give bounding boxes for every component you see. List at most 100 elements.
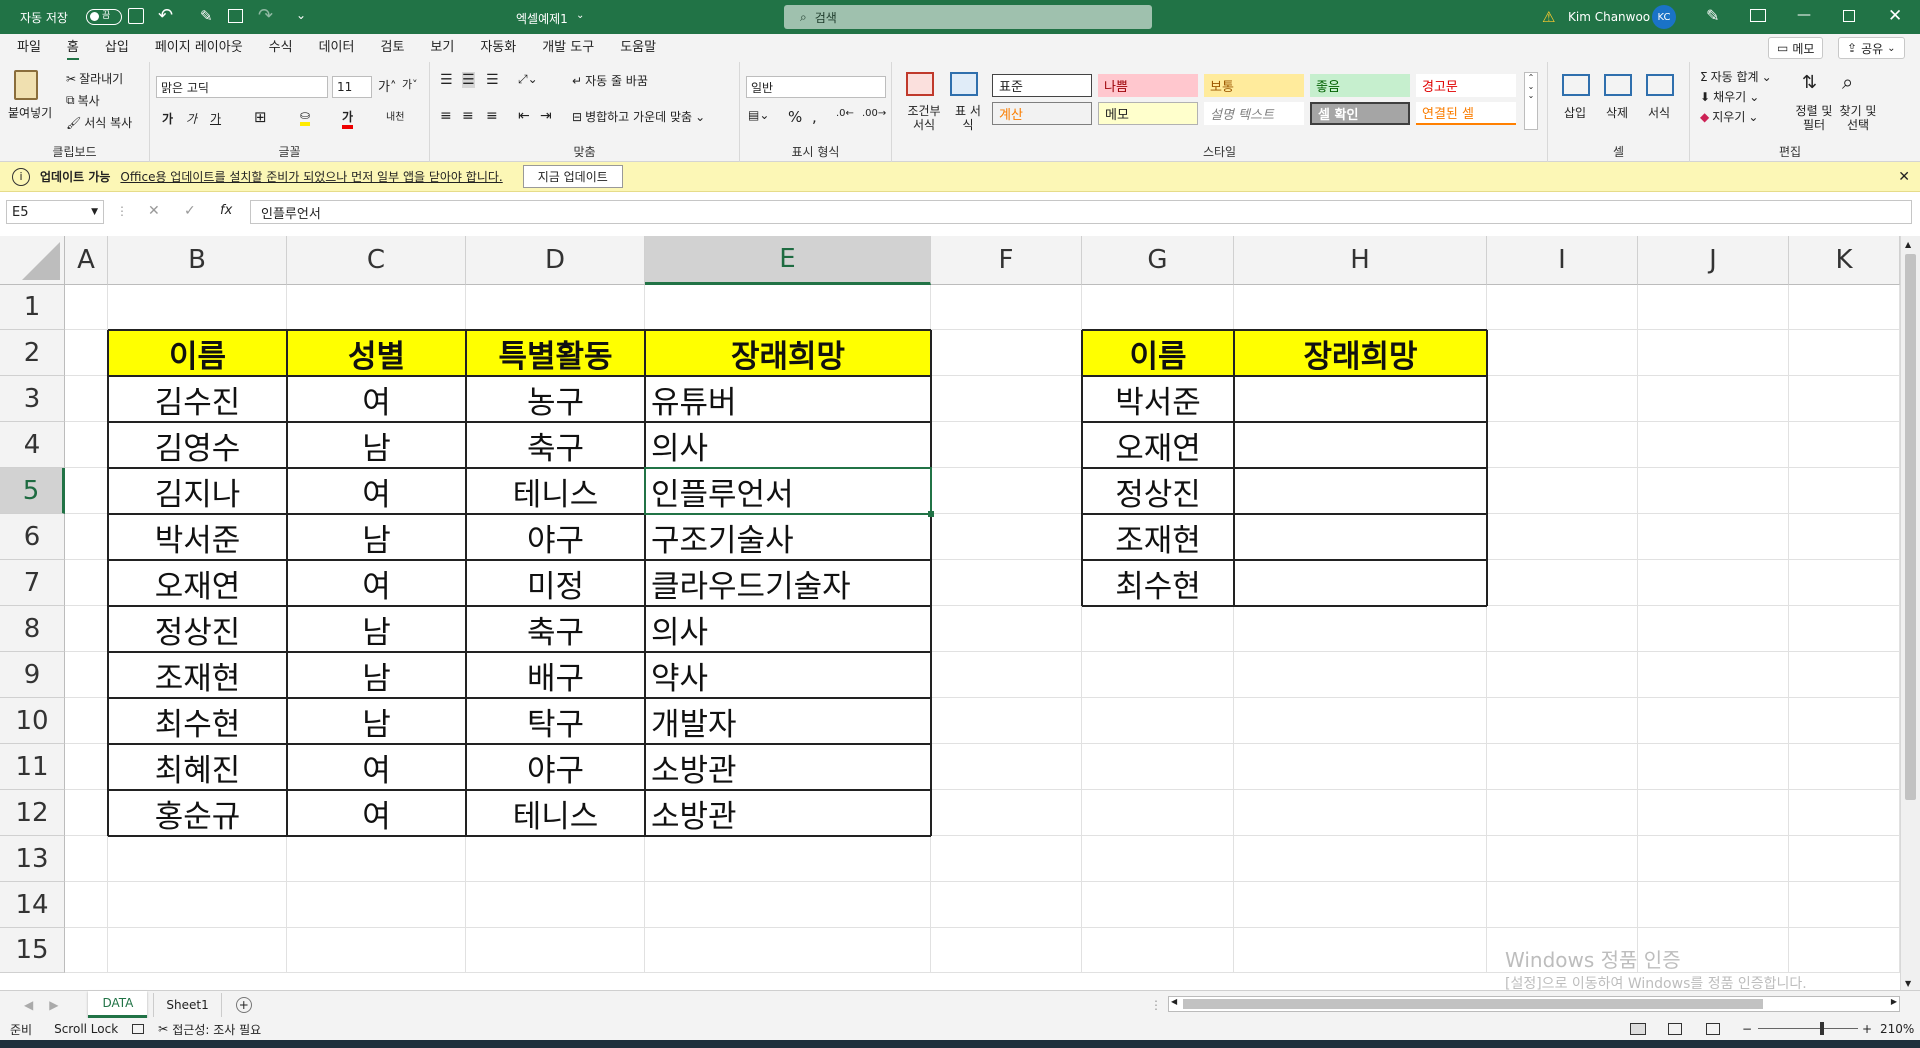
tab-data[interactable]: 데이터 [306, 34, 368, 62]
style-bad[interactable]: 나쁨 [1098, 74, 1198, 97]
style-calculation[interactable]: 계산 [992, 102, 1092, 125]
font-name-select[interactable]: 맑은 고딕 [156, 76, 328, 98]
sort-filter-icon[interactable]: ⇅ [1802, 72, 1817, 93]
style-warning[interactable]: 경고문 [1416, 74, 1516, 97]
zoom-level[interactable]: 210% [1880, 1022, 1914, 1036]
find-select-button[interactable]: 찾기 및 선택 [1838, 104, 1878, 132]
autosum-button[interactable]: Σ 자동 합계 ⌄ [1700, 68, 1772, 85]
number-format-select[interactable]: 일반 [746, 76, 886, 98]
table-cell[interactable]: 남 [287, 422, 466, 468]
table-cell[interactable]: 구조기술사 [645, 514, 931, 560]
zoom-slider-thumb[interactable] [1820, 1022, 1824, 1035]
prev-sheet-icon[interactable]: ◀ [24, 998, 33, 1012]
table-cell[interactable] [1234, 560, 1487, 606]
redo-icon[interactable]: ↷ [258, 5, 273, 26]
table-cell[interactable] [1234, 468, 1487, 514]
row-header-12[interactable]: 12 [0, 790, 65, 836]
format-cells-button[interactable]: 서식 [1648, 104, 1670, 121]
table-cell[interactable]: 최혜진 [108, 744, 287, 790]
normal-view-icon[interactable] [1630, 1023, 1646, 1035]
style-normal[interactable]: 표준 [992, 74, 1092, 97]
tab-home[interactable]: 홈 [54, 34, 92, 62]
page-layout-view-icon[interactable] [1668, 1023, 1682, 1035]
table-cell[interactable]: 최수현 [1082, 560, 1234, 606]
share-button[interactable]: ⇪ 공유 ⌄ [1838, 37, 1905, 59]
close-icon[interactable]: ✕ [1898, 169, 1910, 185]
column-header-d[interactable]: D [466, 236, 645, 285]
copy-button[interactable]: ⧉ 복사 [66, 92, 100, 109]
align-center-icon[interactable]: ≡ [462, 108, 474, 124]
row-header-10[interactable]: 10 [0, 698, 65, 744]
table-cell[interactable]: 배구 [466, 652, 645, 698]
table-cell[interactable] [1234, 514, 1487, 560]
align-left-icon[interactable]: ≡ [440, 108, 452, 124]
document-title[interactable]: 엑셀예제1 [516, 10, 568, 27]
name-box[interactable]: E5 ▼ [6, 200, 104, 224]
row-header-11[interactable]: 11 [0, 744, 65, 790]
add-sheet-icon[interactable]: + [235, 996, 252, 1013]
row-header-14[interactable]: 14 [0, 882, 65, 928]
accounting-icon[interactable]: ▤⌄ [748, 108, 769, 122]
conditional-format-button[interactable]: 조건부 서식 [904, 104, 944, 132]
row-header-3[interactable]: 3 [0, 376, 65, 422]
decrease-decimal-icon[interactable]: .00→ [862, 108, 886, 119]
tab-view[interactable]: 보기 [417, 34, 467, 62]
table-header-cell[interactable]: 성별 [287, 330, 466, 376]
clear-button[interactable]: ◆ 지우기 ⌄ [1700, 108, 1758, 125]
update-now-button[interactable]: 지금 업데이트 [522, 165, 623, 188]
macro-icon[interactable] [132, 1024, 145, 1034]
chevron-down-icon[interactable]: ⌄ [576, 10, 584, 21]
table-cell[interactable]: 여 [287, 468, 466, 514]
table-cell[interactable]: 홍순규 [108, 790, 287, 836]
fill-handle[interactable] [928, 511, 934, 517]
table-header-cell[interactable]: 장래희망 [1234, 330, 1487, 376]
cut-button[interactable]: ✂ 잘라내기 [66, 70, 123, 87]
font-color-icon[interactable]: 가 [342, 108, 354, 129]
styles-gallery-scroll[interactable]: ⌃ ⌄ ⌄ [1524, 72, 1538, 130]
scroll-left-icon[interactable]: ◀ [1171, 997, 1177, 1006]
ribbon-display-icon[interactable] [1750, 9, 1766, 22]
style-check-cell[interactable]: 셀 확인 [1310, 102, 1410, 125]
cancel-icon[interactable]: ✕ [148, 203, 160, 219]
table-cell[interactable]: 야구 [466, 744, 645, 790]
row-header-15[interactable]: 15 [0, 928, 65, 973]
fill-color-icon[interactable]: ⛀ [300, 108, 311, 126]
delete-cells-button[interactable]: 삭제 [1606, 104, 1628, 121]
table-cell[interactable]: 박서준 [1082, 376, 1234, 422]
table-cell[interactable]: 남 [287, 606, 466, 652]
insert-function-icon[interactable]: fx [220, 203, 232, 218]
table-cell[interactable]: 김영수 [108, 422, 287, 468]
table-cell[interactable]: 정상진 [1082, 468, 1234, 514]
row-header-13[interactable]: 13 [0, 836, 65, 882]
font-size-select[interactable]: 11 [332, 76, 372, 98]
tab-help[interactable]: 도움말 [607, 34, 669, 62]
tab-file[interactable]: 파일 [4, 34, 54, 62]
align-bottom-icon[interactable]: ☰ [486, 72, 499, 88]
tab-page-layout[interactable]: 페이지 레이아웃 [142, 34, 256, 62]
column-header-h[interactable]: H [1234, 236, 1487, 285]
table-cell[interactable]: 남 [287, 514, 466, 560]
style-note[interactable]: 메모 [1098, 102, 1198, 125]
next-sheet-icon[interactable]: ▶ [49, 998, 58, 1012]
table-cell[interactable] [1234, 422, 1487, 468]
increase-indent-icon[interactable]: ⇥ [540, 108, 552, 124]
increase-decimal-icon[interactable]: .0← [836, 108, 854, 119]
fill-button[interactable]: ⬇ 채우기 ⌄ [1700, 88, 1759, 105]
table-cell[interactable] [1234, 376, 1487, 422]
table-cell[interactable]: 야구 [466, 514, 645, 560]
column-header-e[interactable]: E [645, 236, 931, 285]
table-cell[interactable]: 의사 [645, 422, 931, 468]
format-cells-icon[interactable] [1646, 74, 1674, 96]
format-painter-icon[interactable]: ✎ [200, 7, 213, 25]
align-top-icon[interactable]: ☰ [440, 72, 453, 88]
tab-automate[interactable]: 자동화 [467, 34, 529, 62]
column-header-k[interactable]: K [1789, 236, 1900, 285]
search-box[interactable]: ⌕ 검색 [784, 5, 1152, 29]
table-cell[interactable]: 정상진 [108, 606, 287, 652]
row-header-2[interactable]: 2 [0, 330, 65, 376]
decrease-indent-icon[interactable]: ⇤ [518, 108, 530, 124]
table-cell[interactable]: 최수현 [108, 698, 287, 744]
style-linked-cell[interactable]: 연결된 셀 [1416, 102, 1516, 125]
grow-font-icon[interactable]: 가˄ [378, 76, 396, 95]
table-cell[interactable]: 여 [287, 376, 466, 422]
